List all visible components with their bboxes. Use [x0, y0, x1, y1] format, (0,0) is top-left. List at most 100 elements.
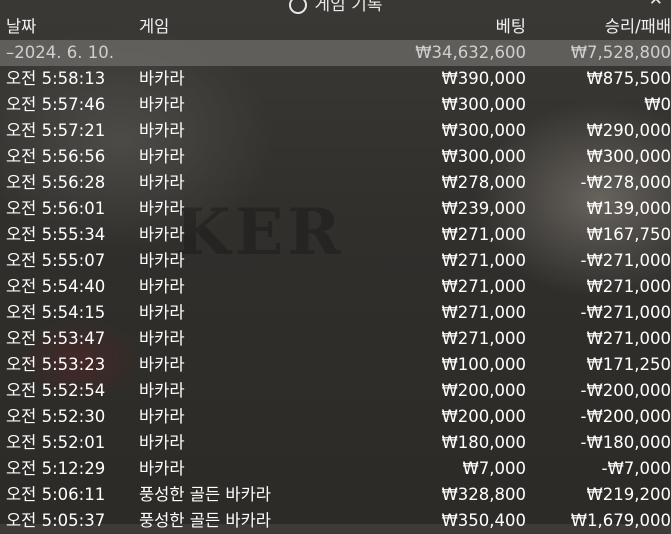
- summary-result: ₩7,528,800: [526, 40, 671, 66]
- row-bet: ₩300,000: [441, 147, 526, 166]
- row-date: 오전 5:54:40: [6, 277, 106, 296]
- table-row[interactable]: 오전 5:55:07 바카라 ₩271,000 -₩271,000: [0, 248, 671, 274]
- row-result: ₩875,500: [586, 69, 671, 88]
- table-row[interactable]: 오전 5:52:30 바카라 ₩200,000 -₩200,000: [0, 404, 671, 430]
- row-date: 오전 5:05:37: [6, 511, 106, 530]
- row-bet: ₩271,000: [441, 329, 526, 348]
- row-result: -₩271,000: [580, 303, 671, 322]
- table-row[interactable]: 오전 5:55:34 바카라 ₩271,000 ₩167,750: [0, 222, 671, 248]
- row-game: 바카라: [139, 355, 185, 374]
- row-game: 바카라: [139, 407, 185, 426]
- row-result: ₩171,250: [586, 355, 671, 374]
- row-game: 바카라: [139, 95, 185, 114]
- row-result: -₩271,000: [580, 251, 671, 270]
- close-icon[interactable]: ✕: [649, 0, 663, 10]
- summary-bet: ₩34,632,600: [319, 40, 526, 66]
- row-result: -₩7,000: [601, 459, 671, 478]
- row-game: 바카라: [139, 147, 185, 166]
- date-summary-row[interactable]: –2024. 6. 10. ₩34,632,600 ₩7,528,800: [0, 40, 671, 66]
- row-date: 오전 5:52:54: [6, 381, 106, 400]
- row-game: 바카라: [139, 173, 185, 192]
- row-date: 오전 5:54:15: [6, 303, 106, 322]
- table-row[interactable]: 오전 5:52:54 바카라 ₩200,000 -₩200,000: [0, 378, 671, 404]
- row-date: 오전 5:55:34: [6, 225, 106, 244]
- row-bet: ₩271,000: [441, 225, 526, 244]
- table-row[interactable]: 오전 5:58:13 바카라 ₩390,000 ₩875,500: [0, 66, 671, 92]
- table-row[interactable]: 오전 5:05:37 풍성한 골든 바카라 ₩350,400 ₩1,679,000: [0, 508, 671, 534]
- row-date: 오전 5:58:13: [6, 69, 106, 88]
- summary-game: [139, 40, 319, 66]
- row-result: -₩180,000: [580, 433, 671, 452]
- row-date: 오전 5:53:23: [6, 355, 106, 374]
- table-row[interactable]: 오전 5:53:23 바카라 ₩100,000 ₩171,250: [0, 352, 671, 378]
- table-row[interactable]: 오전 5:57:21 바카라 ₩300,000 ₩290,000: [0, 118, 671, 144]
- table-row[interactable]: 오전 5:56:01 바카라 ₩239,000 ₩139,000: [0, 196, 671, 222]
- table-row[interactable]: 오전 5:06:11 풍성한 골든 바카라 ₩328,800 ₩219,200: [0, 482, 671, 508]
- table-row[interactable]: 오전 5:54:40 바카라 ₩271,000 ₩271,000: [0, 274, 671, 300]
- table-row[interactable]: 오전 5:56:56 바카라 ₩300,000 ₩300,000: [0, 144, 671, 170]
- row-game: 바카라: [139, 329, 185, 348]
- row-result: ₩139,000: [586, 199, 671, 218]
- header-game: 게임: [139, 17, 170, 36]
- game-history-table: 날짜 게임 베팅 승리/패배 –2024. 6. 10. ₩34,632,600…: [0, 14, 671, 534]
- row-date: 오전 5:56:01: [6, 199, 106, 218]
- table-row[interactable]: 오전 5:52:01 바카라 ₩180,000 -₩180,000: [0, 430, 671, 456]
- row-game: 바카라: [139, 225, 185, 244]
- row-date: 오전 5:57:46: [6, 95, 106, 114]
- header-result: 승리/패배: [604, 17, 671, 36]
- summary-date: –2024. 6. 10.: [0, 40, 139, 66]
- row-bet: ₩278,000: [441, 173, 526, 192]
- table-row[interactable]: 오전 5:53:47 바카라 ₩271,000 ₩271,000: [0, 326, 671, 352]
- row-result: ₩167,750: [586, 225, 671, 244]
- row-result: ₩219,200: [586, 485, 671, 504]
- table-header: 날짜 게임 베팅 승리/패배: [0, 14, 671, 40]
- row-date: 오전 5:55:07: [6, 251, 106, 270]
- row-game: 바카라: [139, 199, 185, 218]
- row-game: 바카라: [139, 69, 185, 88]
- table-row[interactable]: 오전 5:57:46 바카라 ₩300,000 ₩0: [0, 92, 671, 118]
- row-result: -₩200,000: [580, 381, 671, 400]
- row-result: -₩278,000: [580, 173, 671, 192]
- row-result: ₩290,000: [586, 121, 671, 140]
- row-bet: ₩271,000: [441, 251, 526, 270]
- row-game: 바카라: [139, 303, 185, 322]
- row-bet: ₩200,000: [441, 381, 526, 400]
- history-title: 게임 기록: [0, 0, 671, 15]
- header-bet: 베팅: [495, 17, 526, 36]
- row-bet: ₩271,000: [441, 277, 526, 296]
- row-date: 오전 5:56:28: [6, 173, 106, 192]
- row-bet: ₩350,400: [441, 511, 526, 530]
- row-date: 오전 5:53:47: [6, 329, 106, 348]
- row-game: 바카라: [139, 433, 185, 452]
- row-game: 바카라: [139, 121, 185, 140]
- row-date: 오전 5:06:11: [6, 485, 106, 504]
- row-bet: ₩100,000: [441, 355, 526, 374]
- row-date: 오전 5:56:56: [6, 147, 106, 166]
- row-bet: ₩7,000: [462, 459, 526, 478]
- table-row[interactable]: 오전 5:56:28 바카라 ₩278,000 -₩278,000: [0, 170, 671, 196]
- row-result: ₩300,000: [586, 147, 671, 166]
- row-game: 바카라: [139, 459, 185, 478]
- row-result: ₩271,000: [586, 277, 671, 296]
- row-game: 바카라: [139, 277, 185, 296]
- row-bet: ₩328,800: [441, 485, 526, 504]
- row-result: ₩271,000: [586, 329, 671, 348]
- row-bet: ₩300,000: [441, 95, 526, 114]
- history-icon: [288, 0, 307, 14]
- row-date: 오전 5:52:30: [6, 407, 106, 426]
- row-game: 바카라: [139, 381, 185, 400]
- row-date: 오전 5:52:01: [6, 433, 106, 452]
- row-result: -₩200,000: [580, 407, 671, 426]
- row-result: ₩1,679,000: [570, 511, 671, 530]
- row-date: 오전 5:57:21: [6, 121, 106, 140]
- row-game: 풍성한 골든 바카라: [139, 485, 271, 504]
- row-bet: ₩180,000: [441, 433, 526, 452]
- table-row[interactable]: 오전 5:12:29 바카라 ₩7,000 -₩7,000: [0, 456, 671, 482]
- row-result: ₩0: [644, 95, 671, 114]
- table-row[interactable]: 오전 5:54:15 바카라 ₩271,000 -₩271,000: [0, 300, 671, 326]
- header-date: 날짜: [6, 17, 37, 36]
- row-bet: ₩239,000: [441, 199, 526, 218]
- row-game: 바카라: [139, 251, 185, 270]
- row-date: 오전 5:12:29: [6, 459, 106, 478]
- row-bet: ₩300,000: [441, 121, 526, 140]
